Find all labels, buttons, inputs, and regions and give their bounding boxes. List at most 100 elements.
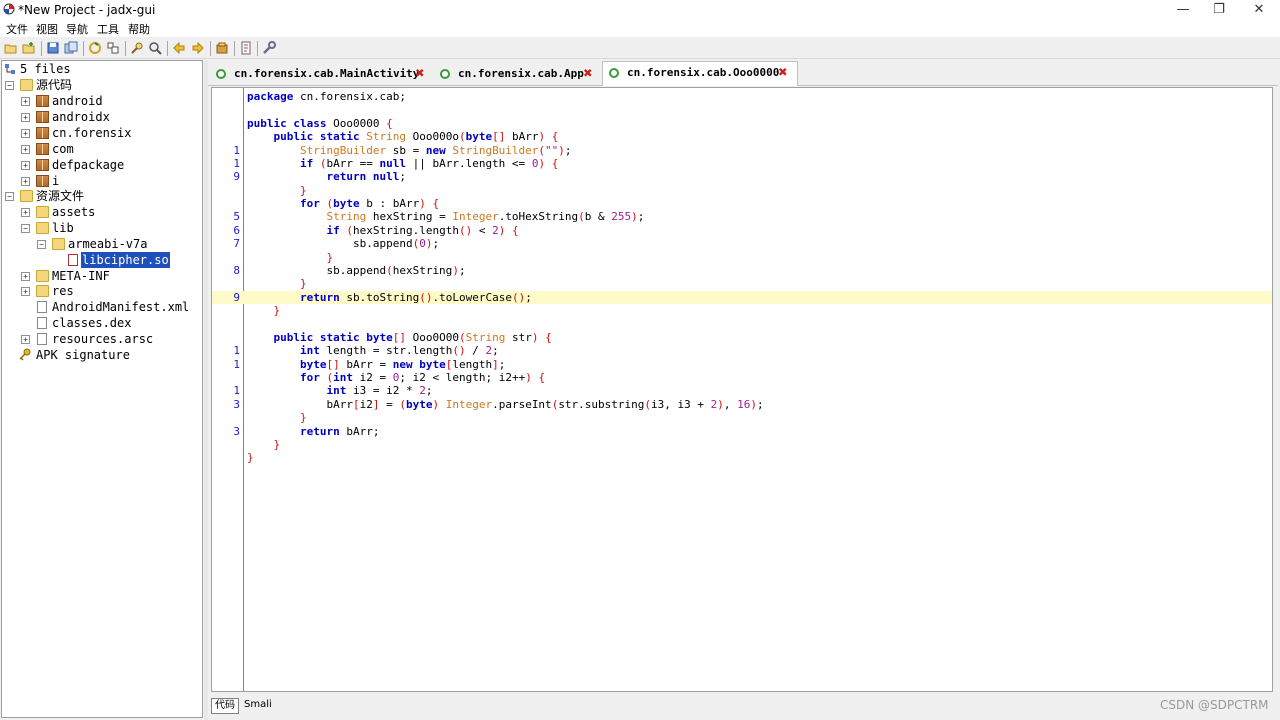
code-line[interactable]: }: [212, 277, 1272, 290]
resources-folder-icon: [20, 190, 33, 202]
code-line[interactable]: public class Ooo0000 {: [212, 117, 1272, 130]
line-number: 1: [233, 344, 240, 358]
code-line[interactable]: 6 if (hexString.length() < 2) {: [212, 224, 1272, 237]
code-line[interactable]: public static byte[] Ooo0O00(String str)…: [212, 331, 1272, 344]
code-line[interactable]: }: [212, 411, 1272, 424]
package-icon: [36, 127, 49, 139]
code-line[interactable]: 7 sb.append(0);: [212, 237, 1272, 250]
code-line[interactable]: 3 return bArr;: [212, 425, 1272, 438]
tab-app[interactable]: cn.forensix.cab.App ✖: [434, 63, 598, 85]
code-line[interactable]: 1 StringBuilder sb = new StringBuilder("…: [212, 144, 1272, 157]
back-arrow-icon[interactable]: [172, 41, 186, 55]
code-line[interactable]: 9 return null;: [212, 170, 1272, 183]
code-text: public static byte[] Ooo0O00(String str)…: [273, 330, 552, 344]
code-line[interactable]: }: [212, 184, 1272, 197]
sync-tree-icon[interactable]: [88, 41, 102, 55]
code-line[interactable]: 1 int i3 = i2 * 2;: [212, 384, 1272, 397]
code-line[interactable]: package cn.forensix.cab;: [212, 90, 1272, 103]
expand-icon[interactable]: +: [21, 97, 30, 106]
log-viewer-icon[interactable]: [239, 41, 253, 55]
collapse-icon[interactable]: −: [5, 81, 14, 90]
jadx-app-icon: [3, 3, 15, 15]
add-file-icon[interactable]: [22, 41, 36, 55]
preferences-wrench-icon[interactable]: [262, 41, 276, 55]
folder-label: lib: [52, 221, 74, 235]
decompile-all-icon[interactable]: [215, 41, 229, 55]
code-line[interactable]: 9 return sb.toString().toLowerCase();: [212, 290, 1272, 305]
expand-icon[interactable]: +: [21, 113, 30, 122]
line-number: 1: [233, 384, 240, 398]
search-text-icon[interactable]: [130, 41, 144, 55]
apk-signature-label: APK signature: [36, 348, 130, 362]
code-line[interactable]: 1 int length = str.length() / 2;: [212, 344, 1272, 357]
tab-smali-view[interactable]: Smali: [241, 698, 275, 714]
so-file-icon: [68, 254, 78, 266]
folder-icon: [36, 222, 49, 234]
code-line[interactable]: 8 sb.append(hexString);: [212, 264, 1272, 277]
close-button[interactable]: ✕: [1239, 0, 1279, 20]
folder-icon: [52, 238, 65, 250]
package-icon: [36, 111, 49, 123]
package-icon: [36, 95, 49, 107]
forward-arrow-icon[interactable]: [191, 41, 205, 55]
tab-main-activity[interactable]: cn.forensix.cab.MainActivity ✖: [210, 63, 432, 85]
minimize-button[interactable]: —: [1163, 0, 1203, 20]
code-text: String hexString = Integer.toHexString(b…: [326, 210, 645, 224]
code-text: if (hexString.length() < 2) {: [326, 223, 519, 237]
code-text: int i3 = i2 * 2;: [326, 384, 433, 398]
export-icon[interactable]: [64, 41, 78, 55]
code-line[interactable]: [212, 103, 1272, 116]
close-tab-icon[interactable]: ✖: [777, 65, 789, 80]
code-line[interactable]: }: [212, 451, 1272, 464]
code-line[interactable]: }: [212, 304, 1272, 317]
folder-label: META-INF: [52, 269, 110, 283]
title-bar: *New Project - jadx-gui — ❐ ✕: [0, 0, 1280, 20]
flatten-packages-icon[interactable]: [106, 41, 120, 55]
collapse-icon[interactable]: −: [37, 240, 46, 249]
expand-icon[interactable]: +: [21, 161, 30, 170]
collapse-icon[interactable]: −: [5, 192, 14, 201]
expand-icon[interactable]: +: [21, 208, 30, 217]
close-tab-icon[interactable]: ✖: [414, 66, 426, 81]
code-line[interactable]: 5 String hexString = Integer.toHexString…: [212, 210, 1272, 223]
menu-navigate[interactable]: 导航: [66, 21, 88, 37]
code-line[interactable]: }: [212, 251, 1272, 264]
code-text: }: [299, 277, 307, 291]
code-line[interactable]: 1 if (bArr == null || bArr.length <= 0) …: [212, 157, 1272, 170]
code-line[interactable]: 1 byte[] bArr = new byte[length];: [212, 358, 1272, 371]
panel-splitter[interactable]: [204, 60, 208, 720]
folder-label: assets: [52, 205, 96, 219]
expand-icon[interactable]: +: [21, 335, 30, 344]
expand-icon[interactable]: +: [21, 129, 30, 138]
code-text: public class Ooo0000 {: [247, 116, 393, 130]
package-icon: [36, 143, 49, 155]
code-line[interactable]: 3 bArr[i2] = (byte) Integer.parseInt(str…: [212, 398, 1272, 411]
code-editor[interactable]: package cn.forensix.cab; public class Ooo…: [211, 87, 1273, 692]
tab-code-view[interactable]: 代码: [211, 698, 239, 714]
search-class-icon[interactable]: [148, 41, 162, 55]
watermark: CSDN @SDPCTRM: [1160, 698, 1269, 712]
line-number: 9: [233, 290, 240, 304]
expand-icon[interactable]: +: [21, 287, 30, 296]
close-tab-icon[interactable]: ✖: [582, 66, 594, 81]
line-number: 3: [233, 424, 240, 438]
code-line[interactable]: for (byte b : bArr) {: [212, 197, 1272, 210]
tab-ooo0000[interactable]: cn.forensix.cab.Ooo0000 ✖: [602, 61, 798, 86]
open-file-icon[interactable]: [4, 41, 18, 55]
menu-help[interactable]: 帮助: [128, 21, 150, 37]
menu-view[interactable]: 视图: [36, 21, 58, 37]
code-line[interactable]: }: [212, 438, 1272, 451]
menu-tools[interactable]: 工具: [97, 21, 119, 37]
expand-icon[interactable]: +: [21, 145, 30, 154]
menu-file[interactable]: 文件: [6, 21, 28, 37]
expand-icon[interactable]: +: [21, 272, 30, 281]
collapse-icon[interactable]: −: [21, 224, 30, 233]
code-area[interactable]: package cn.forensix.cab; public class Ooo…: [212, 88, 1272, 691]
expand-icon[interactable]: +: [21, 177, 30, 186]
save-all-icon[interactable]: [46, 41, 60, 55]
code-text: sb.append(0);: [247, 237, 440, 251]
maximize-button[interactable]: ❐: [1199, 0, 1239, 20]
code-line[interactable]: public static String Ooo000o(byte[] bArr…: [212, 130, 1272, 143]
code-line[interactable]: [212, 317, 1272, 330]
code-line[interactable]: for (int i2 = 0; i2 < length; i2++) {: [212, 371, 1272, 384]
